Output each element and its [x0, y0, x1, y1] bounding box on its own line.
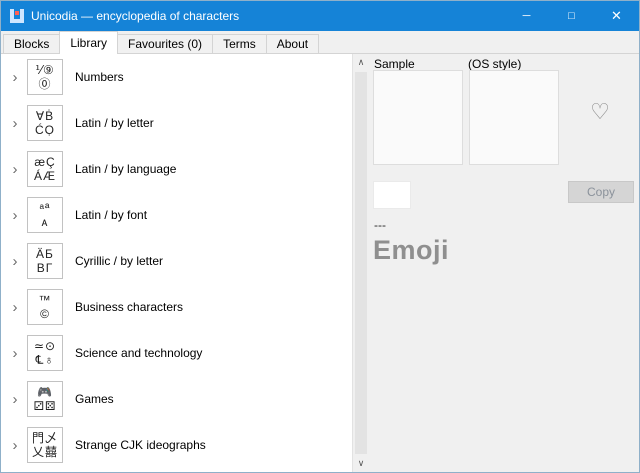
sample-box-os: [469, 70, 559, 165]
expand-chevron-icon[interactable]: ›: [7, 300, 23, 315]
maximize-button[interactable]: □: [549, 1, 594, 31]
expand-chevron-icon[interactable]: ›: [7, 162, 23, 177]
category-icon: ӒБ ВГ: [27, 243, 63, 279]
tree-item-label: Latin / by font: [75, 208, 147, 222]
tab-blocks[interactable]: Blocks: [3, 34, 60, 53]
detail-panel: Sample (OS style) ♡ Copy --- Emoji: [369, 54, 639, 472]
tree-item-latin-by-letter[interactable]: › ⱯḂ ĆỌ Latin / by letter: [1, 100, 352, 146]
tree-item-label: Strange CJK ideographs: [75, 438, 206, 452]
copy-button[interactable]: Copy: [568, 181, 634, 203]
code-placeholder: ---: [374, 218, 386, 232]
tree-scrollbar[interactable]: ∧ ∨: [352, 54, 369, 472]
tree-item-label: Cyrillic / by letter: [75, 254, 163, 268]
category-icon: ⱯḂ ĆỌ: [27, 105, 63, 141]
tree-item-strange-cjk-ideographs[interactable]: › 門乄 乂囍 Strange CJK ideographs: [1, 422, 352, 468]
category-icon: 門乄 乂囍: [27, 427, 63, 463]
expand-chevron-icon[interactable]: ›: [7, 392, 23, 407]
tree-item-label: Science and technology: [75, 346, 202, 360]
tree-item-games[interactable]: › 🎮 ⚂⚄ Games: [1, 376, 352, 422]
category-icon: ᵃª ᴀ: [27, 197, 63, 233]
expand-chevron-icon[interactable]: ›: [7, 438, 23, 453]
tab-about[interactable]: About: [266, 34, 319, 53]
tree-item-latin-by-font[interactable]: › ᵃª ᴀ Latin / by font: [1, 192, 352, 238]
library-tree: › ⅟⑨ ⓪ Numbers › ⱯḂ ĆỌ Latin / by letter…: [1, 54, 352, 472]
tab-favourites[interactable]: Favourites (0): [117, 34, 213, 53]
tree-item-latin-by-language[interactable]: › æÇ ÁÆ Latin / by language: [1, 146, 352, 192]
titlebar: Unicodia — encyclopedia of characters ─ …: [1, 1, 639, 31]
expand-chevron-icon[interactable]: ›: [7, 70, 23, 85]
category-icon: ≃⊙ ℄♁: [27, 335, 63, 371]
scrollbar-thumb[interactable]: [355, 72, 367, 454]
minimize-button[interactable]: ─: [504, 1, 549, 31]
main-area: › ⅟⑨ ⓪ Numbers › ⱯḂ ĆỌ Latin / by letter…: [1, 54, 639, 472]
window-controls: ─ □ ✕: [504, 1, 639, 31]
category-icon: ⅟⑨ ⓪: [27, 59, 63, 95]
tree-item-label: Games: [75, 392, 114, 406]
expand-chevron-icon[interactable]: ›: [7, 208, 23, 223]
sample-label: Sample: [374, 57, 415, 71]
app-window: Unicodia — encyclopedia of characters ─ …: [0, 0, 640, 473]
os-style-label: (OS style): [468, 57, 521, 71]
tree-item-label: Latin / by letter: [75, 116, 154, 130]
character-cell[interactable]: [373, 181, 411, 209]
window-title: Unicodia — encyclopedia of characters: [31, 9, 239, 23]
scroll-up-icon[interactable]: ∧: [353, 54, 369, 71]
scroll-down-icon[interactable]: ∨: [353, 455, 369, 472]
category-icon: æÇ ÁÆ: [27, 151, 63, 187]
tree-item-label: Latin / by language: [75, 162, 176, 176]
tree-item-label: Numbers: [75, 70, 124, 84]
app-icon: [9, 8, 25, 24]
tree-item-business-characters[interactable]: › ™ © Business characters: [1, 284, 352, 330]
favourite-heart-icon[interactable]: ♡: [585, 101, 615, 123]
block-heading: Emoji: [373, 235, 449, 266]
tab-library[interactable]: Library: [59, 31, 118, 54]
close-button[interactable]: ✕: [594, 1, 639, 31]
sample-box-app: [373, 70, 463, 165]
expand-chevron-icon[interactable]: ›: [7, 116, 23, 131]
tab-bar: Blocks Library Favourites (0) Terms Abou…: [1, 31, 639, 54]
tree-item-numbers[interactable]: › ⅟⑨ ⓪ Numbers: [1, 54, 352, 100]
tree-item-label: Business characters: [75, 300, 183, 314]
expand-chevron-icon[interactable]: ›: [7, 346, 23, 361]
category-icon: ™ ©: [27, 289, 63, 325]
tree-item-cyrillic-by-letter[interactable]: › ӒБ ВГ Cyrillic / by letter: [1, 238, 352, 284]
expand-chevron-icon[interactable]: ›: [7, 254, 23, 269]
tree-item-science-and-technology[interactable]: › ≃⊙ ℄♁ Science and technology: [1, 330, 352, 376]
category-icon: 🎮 ⚂⚄: [27, 381, 63, 417]
tab-terms[interactable]: Terms: [212, 34, 267, 53]
